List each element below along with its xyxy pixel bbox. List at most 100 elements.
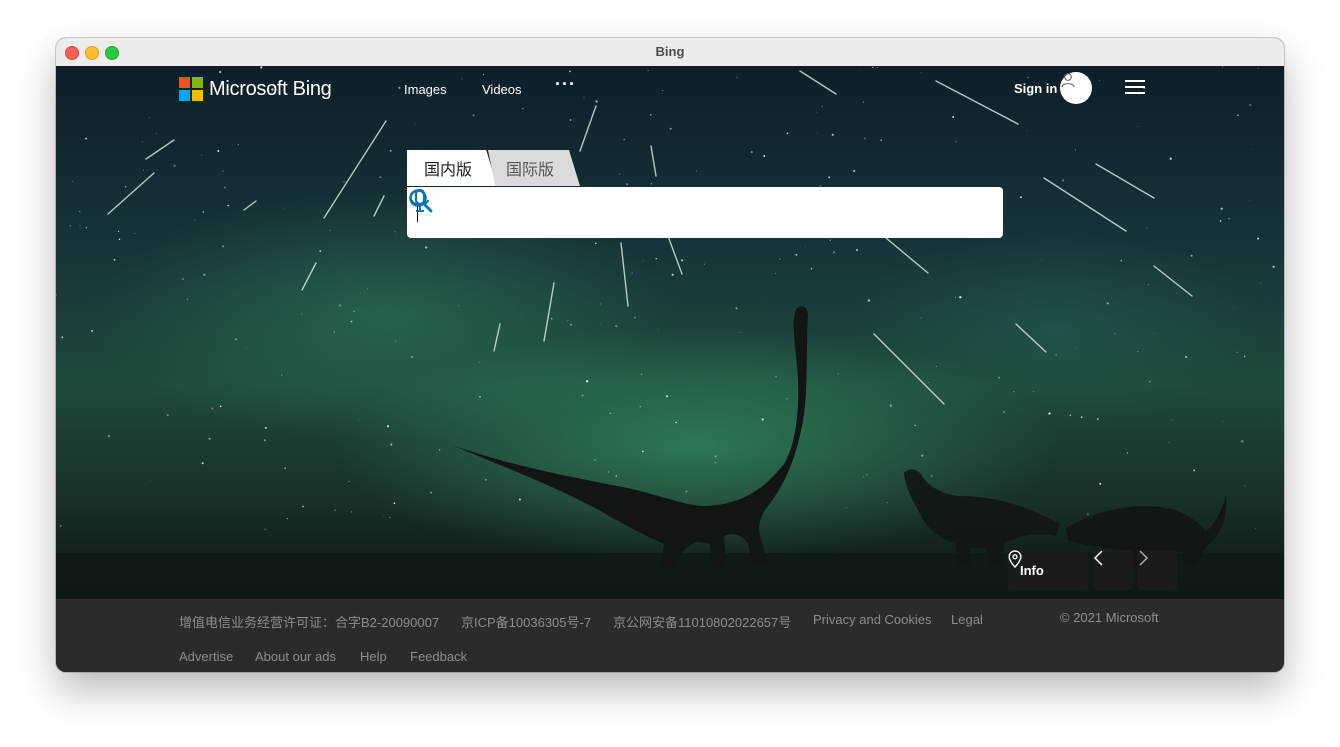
star: [567, 320, 569, 322]
star: [390, 443, 393, 446]
search-icon[interactable]: [407, 187, 435, 215]
star: [585, 380, 589, 383]
footer: 增值电信业务经营许可证：合字B2-20090007 京ICP备10036305号…: [56, 599, 1284, 672]
star: [886, 502, 888, 504]
star: [417, 534, 418, 536]
sign-in-link[interactable]: Sign in: [1014, 81, 1057, 96]
star: [551, 318, 553, 320]
star: [837, 373, 839, 375]
star: [1236, 351, 1238, 353]
info-button[interactable]: Info: [1008, 550, 1088, 590]
star: [633, 316, 636, 319]
star: [816, 112, 818, 114]
star: [1249, 199, 1251, 201]
bing-logo[interactable]: Microsoft Bing: [179, 76, 332, 102]
star: [650, 183, 652, 185]
hamburger-menu-icon[interactable]: [1125, 80, 1145, 96]
star: [333, 330, 336, 333]
star: [704, 263, 706, 265]
nav-images[interactable]: Images: [404, 82, 447, 97]
star: [79, 225, 81, 227]
footer-help-link[interactable]: Help: [360, 649, 387, 664]
star: [735, 307, 738, 310]
star: [1099, 80, 1100, 81]
star: [774, 272, 776, 274]
next-image-button[interactable]: [1137, 550, 1177, 590]
star: [1252, 149, 1254, 150]
star: [666, 395, 669, 398]
star: [581, 394, 584, 397]
star: [281, 374, 283, 376]
chevron-right-icon: [1139, 550, 1149, 566]
star: [1222, 66, 1224, 68]
footer-about-ads-link[interactable]: About our ads: [255, 649, 336, 664]
footer-advertise-link[interactable]: Advertise: [179, 649, 233, 664]
star: [1048, 412, 1051, 415]
footer-police-link[interactable]: 京公网安备11010802022657号: [613, 612, 791, 631]
star: [1193, 469, 1196, 472]
star: [1237, 114, 1239, 117]
tab-international[interactable]: 国际版: [488, 150, 580, 186]
star: [394, 340, 396, 342]
more-menu-button[interactable]: ···: [555, 74, 576, 95]
star: [845, 507, 847, 508]
hero-scene: [56, 66, 1284, 599]
footer-privacy-link[interactable]: Privacy and Cookies: [813, 612, 932, 627]
star: [583, 97, 585, 98]
footer-feedback-link[interactable]: Feedback: [410, 649, 467, 664]
star: [358, 420, 360, 421]
star: [246, 346, 248, 348]
star: [671, 273, 674, 276]
star: [675, 421, 678, 424]
star: [828, 176, 831, 179]
star: [779, 258, 781, 260]
star: [1137, 351, 1139, 353]
star: [631, 272, 633, 274]
star: [85, 137, 87, 140]
star: [223, 186, 226, 189]
star: [383, 515, 384, 516]
star: [1080, 416, 1083, 419]
dinosaur-silhouettes: [452, 306, 1227, 568]
avatar-button[interactable]: [1060, 72, 1092, 104]
star: [1126, 452, 1129, 454]
browser-window: Bing Microsoft Bing Images Videos ··· Si…: [56, 38, 1284, 672]
star: [569, 119, 572, 121]
star: [816, 132, 818, 134]
star: [1233, 307, 1235, 309]
star: [286, 518, 288, 520]
star: [1075, 348, 1077, 349]
star: [647, 69, 649, 71]
previous-image-button[interactable]: [1093, 550, 1133, 590]
star: [484, 478, 487, 481]
star: [1149, 381, 1151, 383]
star: [343, 181, 345, 183]
star: [959, 296, 962, 299]
star: [1003, 411, 1005, 414]
chevron-left-icon: [1093, 550, 1103, 566]
nav-videos[interactable]: Videos: [482, 82, 522, 97]
star: [430, 491, 432, 494]
footer-icp-link[interactable]: 京ICP备10036305号-7: [461, 612, 591, 631]
star: [173, 164, 176, 167]
star: [921, 454, 924, 457]
star: [599, 323, 601, 325]
star: [518, 498, 521, 501]
star: [761, 418, 764, 421]
star: [217, 149, 220, 153]
star: [1241, 440, 1244, 443]
star: [219, 71, 222, 73]
star: [522, 107, 524, 110]
search-box[interactable]: [407, 187, 1003, 238]
star: [1087, 513, 1089, 515]
footer-legal-link[interactable]: Legal: [951, 612, 983, 627]
tab-domestic[interactable]: 国内版: [407, 150, 497, 186]
star: [1257, 237, 1260, 240]
star: [398, 86, 401, 89]
footer-copyright: © 2021 Microsoft: [1060, 610, 1159, 625]
microsoft-logo-icon: [179, 77, 203, 101]
star: [1013, 391, 1015, 393]
star: [338, 304, 342, 307]
footer-license-link[interactable]: 增值电信业务经营许可证：合字B2-20090007: [179, 612, 439, 631]
star: [237, 144, 239, 146]
